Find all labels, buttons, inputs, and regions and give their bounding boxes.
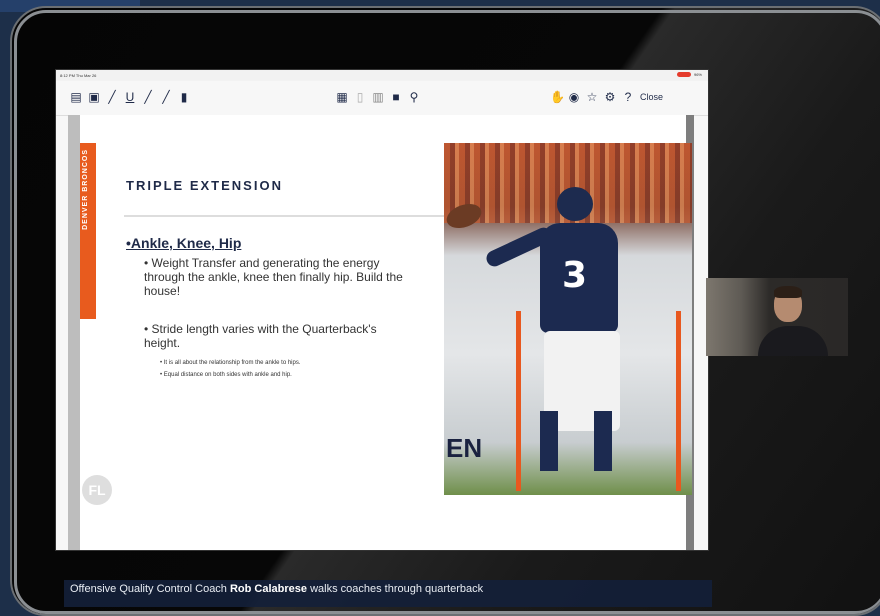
caption-suffix: walks coaches through quarterback: [307, 583, 484, 595]
record-icon[interactable]: ◉: [568, 91, 580, 103]
single-page-icon[interactable]: ▯: [354, 91, 366, 103]
main-bullet: •Ankle, Knee, Hip: [126, 235, 242, 251]
pen-icon[interactable]: ╱: [106, 91, 118, 103]
title-divider: [124, 215, 454, 217]
grid-view-icon[interactable]: ▦: [336, 91, 348, 103]
annotation-tools: ▤ ▣ ╱ U ╱ ╱ ▮: [70, 89, 190, 105]
settings-icon[interactable]: ⚙: [604, 91, 616, 103]
right-tools: ✋ ◉ ☆ ⚙ ? Close: [550, 89, 663, 105]
bookmark-icon[interactable]: ▮: [178, 91, 190, 103]
view-tools: ▦ ▯ ▥ ■ ⚲: [336, 89, 420, 105]
presentation-slide: DENVER BRONCOS TRIPLE EXTENSION •Ankle, …: [68, 115, 694, 550]
player-helmet: [557, 187, 593, 221]
caption-name: Rob Calabrese: [229, 583, 308, 595]
sub-bullet-stride-length: • Stride length varies with the Quarterb…: [144, 322, 377, 350]
video-caption: Offensive Quality Control Coach Rob Cala…: [64, 580, 712, 607]
presenter-shirt: [758, 326, 828, 356]
status-bar: 8:12 PM Thu Mar 26 96%: [56, 70, 708, 81]
marker-icon[interactable]: ╱: [142, 91, 154, 103]
status-time: 8:12 PM Thu Mar 26: [60, 73, 97, 78]
tablet-screen: 8:12 PM Thu Mar 26 96% ▤ ▣ ╱ U ╱ ╱ ▮ ▦ ▯…: [56, 70, 708, 550]
tile-icon[interactable]: ■: [390, 91, 402, 103]
pencil-icon[interactable]: ╱: [160, 91, 172, 103]
presenter-webcam: [706, 278, 848, 356]
recording-indicator: [676, 72, 691, 77]
viewer-toolbar: ▤ ▣ ╱ U ╱ ╱ ▮ ▦ ▯ ▥ ■ ⚲ ✋ ◉ ☆ ⚙ ? Close: [56, 81, 708, 116]
fl-logo-badge: FL: [82, 475, 112, 505]
orange-pole-left: [516, 311, 521, 491]
detail-bullet-equal-distance: • Equal distance on both sides with ankl…: [160, 372, 292, 378]
caption-prefix: Offensive Quality Control Coach: [70, 583, 230, 595]
thumbnail-icon[interactable]: ▥: [372, 91, 384, 103]
close-button[interactable]: Close: [640, 92, 663, 102]
notes-icon[interactable]: ▤: [70, 91, 82, 103]
slide-title: TRIPLE EXTENSION: [126, 178, 283, 193]
save-icon[interactable]: ▣: [88, 91, 100, 103]
presenter-hair: [774, 286, 802, 298]
help-icon[interactable]: ?: [622, 91, 634, 103]
team-strip-text: DENVER BRONCOS: [82, 149, 89, 230]
team-strip: DENVER BRONCOS: [80, 143, 96, 319]
slide-left-edge: [68, 115, 80, 550]
star-icon[interactable]: ☆: [586, 91, 598, 103]
hand-icon[interactable]: ✋: [550, 91, 565, 103]
sub-bullet-weight-transfer: • Weight Transfer and generating the ene…: [144, 256, 403, 298]
player-sock-right: [594, 411, 612, 471]
player-sock-left: [540, 411, 558, 471]
orange-pole-right: [676, 311, 681, 491]
photo-sign-text: EN: [446, 433, 483, 463]
detail-bullet-ankle-hips: • It is all about the relationship from …: [160, 360, 301, 366]
search-icon[interactable]: ⚲: [408, 91, 420, 103]
jersey-number: 3: [562, 255, 588, 296]
quarterback-photo: 3 EN: [444, 143, 692, 495]
underline-icon[interactable]: U: [124, 91, 136, 103]
battery-level: 96%: [693, 72, 702, 77]
